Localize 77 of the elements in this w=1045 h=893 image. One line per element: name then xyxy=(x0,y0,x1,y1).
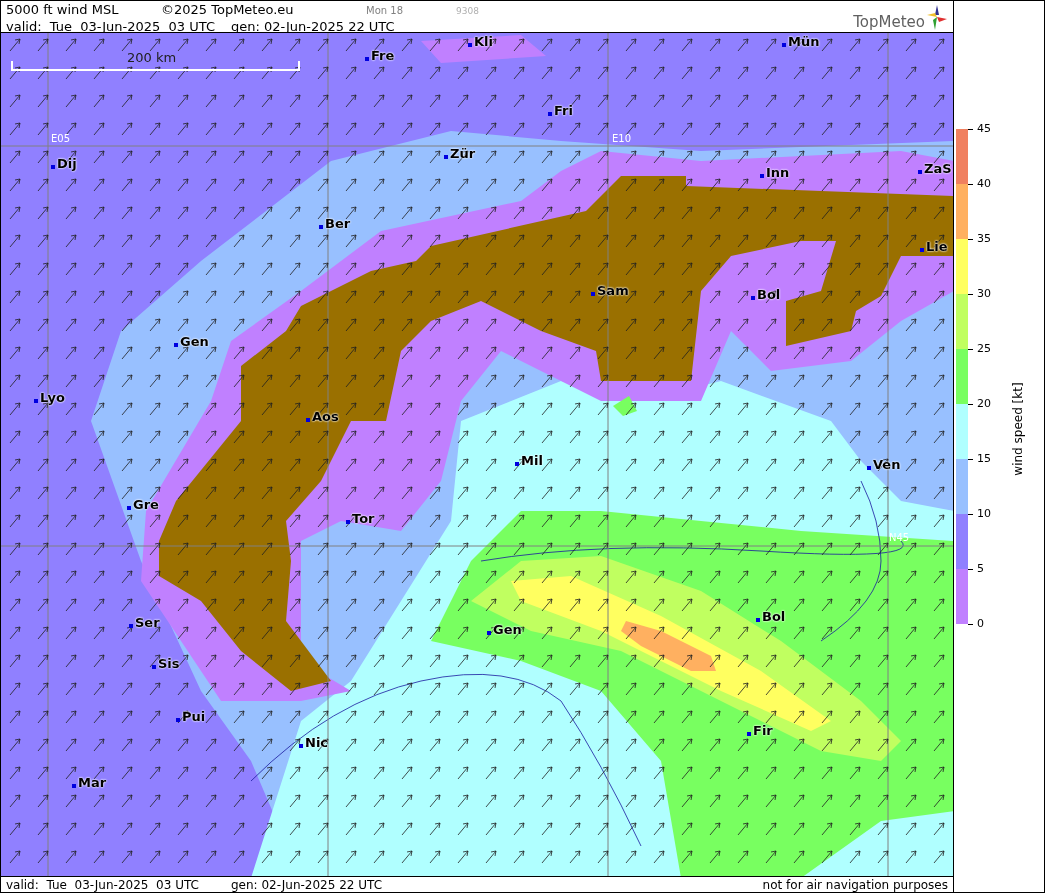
place-label: Ser xyxy=(135,616,160,629)
place-label: Gen xyxy=(180,335,209,348)
place-marker-icon xyxy=(299,744,303,748)
place-label: Kli xyxy=(474,35,493,48)
place-label: Mar xyxy=(78,776,107,789)
place-label: Nic xyxy=(305,736,329,749)
place-label: Fir xyxy=(753,724,773,737)
place-label: Bol xyxy=(757,288,781,301)
legend-tick-label: 0 xyxy=(977,616,984,632)
place-marker-icon xyxy=(920,248,924,252)
legend-title: wind speed [kt] xyxy=(1009,382,1026,476)
place-marker-icon xyxy=(319,225,323,229)
place-label: Dij xyxy=(57,157,77,170)
place-marker-icon xyxy=(548,112,552,116)
grid-label: E10 xyxy=(612,133,632,144)
place-marker-icon xyxy=(346,520,350,524)
place-marker-icon xyxy=(176,718,180,722)
place-marker-icon xyxy=(365,57,369,61)
place-marker-icon xyxy=(747,732,751,736)
place-label: Ven xyxy=(873,458,901,471)
place-marker-icon xyxy=(174,343,178,347)
place-label: Bol xyxy=(762,610,786,623)
legend-tick-label: 15 xyxy=(977,451,991,467)
place-marker-icon xyxy=(487,631,491,635)
valid-time: valid: Tue 03-Jun-2025 03 UTC xyxy=(6,19,216,34)
place-label: Ber xyxy=(325,217,351,230)
place-label: Lie xyxy=(926,240,948,253)
place-marker-icon xyxy=(306,418,310,422)
place-label: Sis xyxy=(158,657,180,670)
place-marker-icon xyxy=(129,624,133,628)
place-marker-icon xyxy=(444,155,448,159)
place-marker-icon xyxy=(152,665,156,669)
place-label: Sam xyxy=(597,284,629,297)
place-marker-icon xyxy=(867,466,871,470)
logo-text: TopMeteo xyxy=(853,13,925,31)
place-label: ZaS xyxy=(924,162,952,175)
disclaimer-text: not for air navigation purposes xyxy=(762,877,948,892)
legend-tick-label: 5 xyxy=(977,561,984,577)
place-marker-icon xyxy=(72,784,76,788)
footer-valid-time: valid: Tue 03-Jun-2025 03 UTC xyxy=(6,877,200,892)
place-marker-icon xyxy=(515,462,519,466)
run-label: Mon 18 xyxy=(366,4,404,18)
grid-label: E05 xyxy=(51,133,71,144)
place-label: Pui xyxy=(182,710,206,723)
place-marker-icon xyxy=(591,292,595,296)
place-marker-icon xyxy=(756,618,760,622)
legend-tick-label: 10 xyxy=(977,506,991,522)
legend-tick-label: 20 xyxy=(977,396,991,412)
scale-label: 200 km xyxy=(127,51,177,65)
legend-tick-label: 45 xyxy=(977,121,991,137)
place-label: Mil xyxy=(521,454,543,467)
place-marker-icon xyxy=(782,43,786,47)
place-label: Fri xyxy=(554,104,573,117)
legend-tick-label: 35 xyxy=(977,231,991,247)
place-marker-icon xyxy=(127,506,131,510)
copyright-text: ©2025 TopMeteo.eu xyxy=(161,2,295,17)
place-label: Gre xyxy=(133,498,159,511)
place-label: Mün xyxy=(788,35,820,48)
place-marker-icon xyxy=(51,165,55,169)
image-code: 9308 xyxy=(456,5,479,18)
place-label: Fre xyxy=(371,49,395,62)
place-label: Tor xyxy=(352,512,375,525)
place-label: Gen xyxy=(493,623,522,636)
place-label: Zür xyxy=(450,147,476,160)
place-label: Lyo xyxy=(40,391,65,404)
place-label: Inn xyxy=(766,166,790,179)
footer-generated-time: gen: 02-Jun-2025 22 UTC xyxy=(231,877,383,892)
legend-tick-label: 25 xyxy=(977,341,991,357)
place-marker-icon xyxy=(751,296,755,300)
place-label: Aos xyxy=(312,410,339,423)
place-marker-icon xyxy=(468,43,472,47)
legend-tick-label: 30 xyxy=(977,286,991,302)
place-marker-icon xyxy=(760,174,764,178)
place-marker-icon xyxy=(918,170,922,174)
map-title: 5000 ft wind MSL xyxy=(6,2,120,17)
place-marker-icon xyxy=(34,399,38,403)
legend-tick-label: 40 xyxy=(977,176,991,192)
